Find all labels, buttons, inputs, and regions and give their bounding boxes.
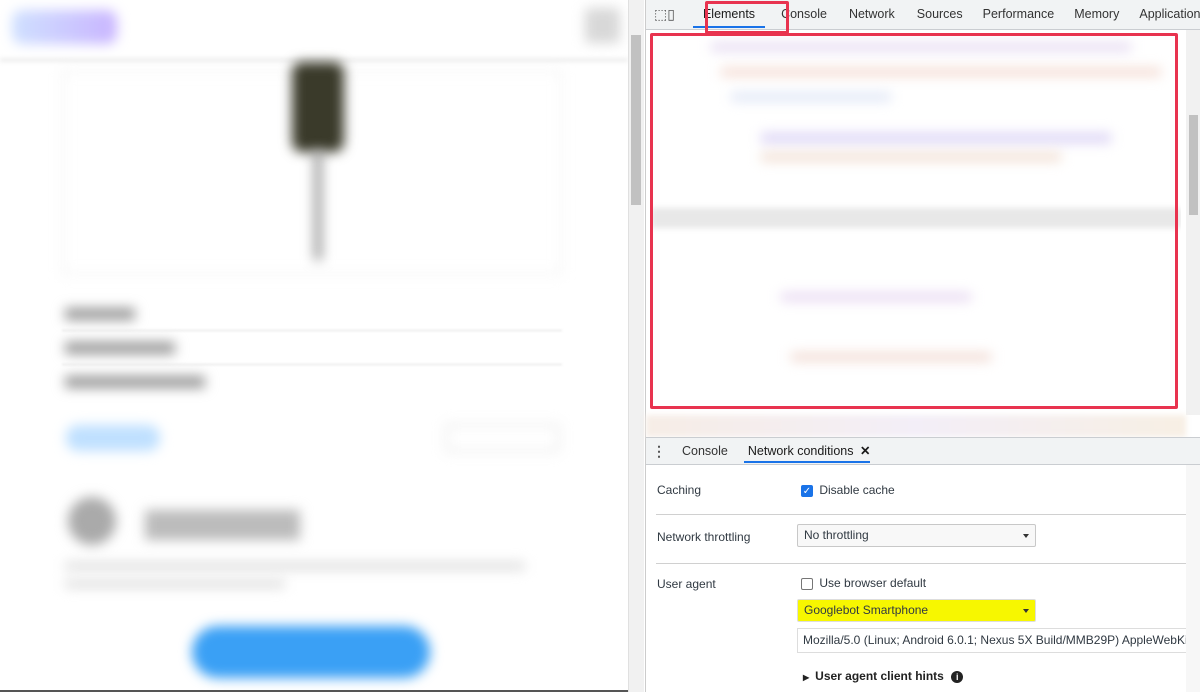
checkbox-icon: [801, 577, 813, 590]
cta-button: [192, 626, 430, 678]
drawer-scrollbar[interactable]: [1186, 465, 1200, 692]
blurred-webpage-preview: [0, 0, 628, 692]
avatar: [68, 497, 116, 545]
more-options-icon[interactable]: ⋮: [646, 443, 672, 460]
tab-performance[interactable]: Performance: [973, 0, 1065, 30]
user-agent-label: User agent: [657, 577, 716, 591]
breadcrumb-bar: [646, 415, 1186, 437]
disable-cache-checkbox[interactable]: ✓ Disable cache: [801, 483, 895, 497]
elements-tab-highlight: [705, 1, 789, 34]
info-icon[interactable]: i: [951, 671, 964, 683]
drawer-tabbar: ⋮ Console Network conditions ✕: [646, 437, 1200, 465]
user-agent-client-hints-toggle[interactable]: ▶ User agent client hints i: [803, 669, 964, 683]
drawer-tab-network-conditions[interactable]: Network conditions ✕: [738, 438, 877, 465]
chevron-down-icon: [1023, 534, 1029, 538]
user-agent-select[interactable]: Googlebot Smartphone: [797, 599, 1036, 622]
tab-sources[interactable]: Sources: [907, 0, 973, 30]
drawer-tab-console[interactable]: Console: [672, 438, 738, 465]
page-scrollbar-thumb[interactable]: [631, 35, 641, 205]
triangle-right-icon: ▶: [803, 673, 810, 682]
checkmark-icon: ✓: [801, 484, 813, 497]
site-logo: [12, 10, 117, 44]
user-agent-selected: Googlebot Smartphone: [804, 603, 929, 617]
use-browser-default-label: Use browser default: [819, 576, 927, 590]
throttling-value: No throttling: [804, 528, 869, 542]
blue-button: [66, 425, 160, 451]
close-icon[interactable]: ✕: [860, 444, 870, 458]
user-agent-string-input[interactable]: Mozilla/5.0 (Linux; Android 6.0.1; Nexus…: [797, 628, 1200, 653]
chevron-down-icon: [1023, 609, 1029, 613]
client-hints-label: User agent client hints: [815, 669, 944, 683]
product-image: [292, 62, 344, 152]
device-toolbar-icon[interactable]: ▯: [667, 6, 675, 23]
tab-application[interactable]: Application: [1129, 0, 1200, 30]
use-browser-default-checkbox[interactable]: Use browser default: [801, 576, 926, 590]
menu-button: [585, 8, 620, 43]
drawer-tab-label: Network conditions: [747, 443, 854, 458]
tab-memory[interactable]: Memory: [1064, 0, 1129, 30]
elements-pane-highlight: [650, 33, 1178, 409]
disable-cache-label: Disable cache: [819, 483, 895, 497]
devtools-panel: ⬚ ▯ Elements Console Network Sources Per…: [645, 0, 1200, 692]
throttling-label: Network throttling: [657, 530, 751, 544]
inspect-element-icon[interactable]: ⬚: [654, 6, 667, 23]
elements-scrollbar[interactable]: [1186, 30, 1200, 415]
tab-network[interactable]: Network: [837, 0, 907, 30]
throttling-select[interactable]: No throttling: [797, 524, 1036, 547]
caching-label: Caching: [657, 483, 702, 497]
